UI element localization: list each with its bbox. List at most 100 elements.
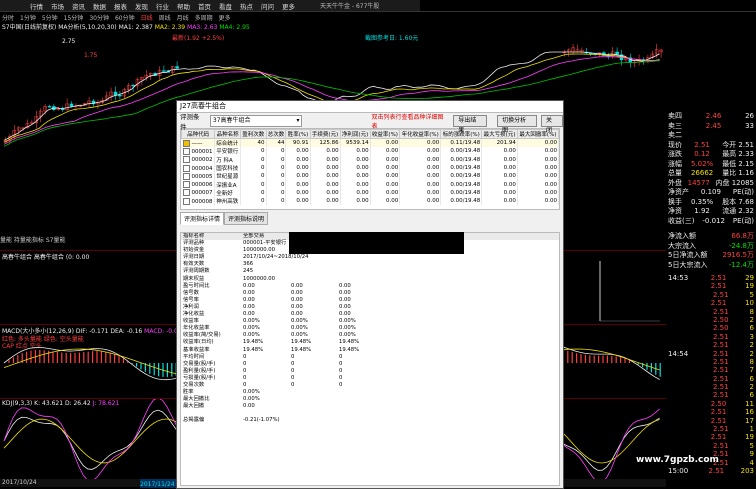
cell-text: 0.00/19.48	[450, 181, 481, 188]
macd-bar	[56, 352, 58, 363]
row-checkbox[interactable]	[182, 197, 190, 205]
export-button[interactable]: 导出结果	[453, 114, 488, 134]
period-2[interactable]: 5分钟	[42, 13, 58, 22]
row-checkbox[interactable]	[182, 189, 190, 197]
period-0[interactable]: 分时	[2, 13, 14, 22]
period-7[interactable]: 周线	[159, 13, 171, 22]
column-header[interactable]: 收益率(%)	[369, 129, 401, 139]
table-row[interactable]: 000004 国农科技 0 0 0.00 0.00 0.00 0.00 0.00 0.00/19.…	[181, 163, 559, 173]
cell-text: 9539.14	[345, 140, 369, 147]
detail-row: 总揭露偏 -0.21(-1.07%)	[181, 417, 559, 424]
row-checkbox[interactable]	[182, 156, 190, 164]
table-row[interactable]: 000005 世纪星源 0 0 0.00 0.00 0.00 0.00 0.00 0.00/19.…	[181, 172, 559, 181]
menu-item-5[interactable]: 发现	[135, 1, 148, 11]
menu-item-1[interactable]: 市场	[51, 1, 64, 11]
detail-cell	[339, 254, 387, 261]
table-row[interactable]: 000006 深振业A 0 0 0.00 0.00 0.00 0.00 0.00 0.00/19.…	[181, 180, 559, 189]
menu-item-9[interactable]: 看盘	[219, 1, 232, 11]
quote-value: 5.02%	[690, 159, 714, 168]
menu-item-7[interactable]: 帮助	[177, 1, 190, 11]
table-row[interactable]: —— 综合统计 40 44 90.91 125.86 9539.14 0.00 0.00 0.11…	[181, 138, 559, 148]
period-9[interactable]: 多周期	[195, 13, 213, 22]
table-row[interactable]: 000008 神州高铁 0 0 0.00 0.00 0.00 0.00 0.00 0.00/19.…	[181, 197, 559, 206]
tick-price: 2.51	[710, 282, 727, 291]
menu-item-3[interactable]: 数据	[93, 1, 106, 11]
macd-bar	[659, 363, 661, 377]
column-header[interactable]: 盈利次数	[239, 129, 267, 139]
menu-item-2[interactable]: 资讯	[72, 1, 85, 11]
tick-volume: 17	[745, 416, 754, 425]
flow-value: 2916.5万	[722, 251, 755, 259]
menu-item-0[interactable]: 行情	[30, 1, 43, 11]
cell-text: 0	[261, 156, 265, 163]
period-10[interactable]: 更多	[219, 13, 231, 22]
table-cell-dd: 0.00	[517, 180, 559, 189]
tick-price: 2.51	[712, 366, 729, 375]
period-6[interactable]: 日线	[141, 13, 153, 22]
column-header[interactable]: 手续费(元)	[309, 129, 341, 139]
row-checkbox[interactable]	[182, 147, 190, 155]
table-cell-profit: 9539.14	[340, 138, 371, 148]
result-table-wrap[interactable]: 品种代码 品种名称 盈利次数 总次数 胜率(%) 手续费(元) 净利润(元) 收益率(%) 年化…	[180, 128, 560, 210]
table-row[interactable]: 000002 万 科A 0 0 0.00 0.00 0.00 0.00 0.00 0.00/19.…	[181, 155, 559, 164]
period-3[interactable]: 15分钟	[64, 13, 84, 22]
period-5[interactable]: 60分钟	[115, 13, 135, 22]
column-header[interactable]: 胜率(%)	[285, 129, 311, 139]
detail-cell: 0.00%	[291, 332, 308, 339]
cell-text: 0	[261, 198, 265, 205]
tick-list[interactable]: 14:53 2.51 29 2.51 19 2.51 5 2.51 10 2.51 8 2.50 2 2.…	[666, 274, 756, 475]
cell-text: 0.00	[296, 156, 309, 163]
column-header[interactable]: 年化收益率(%)	[399, 129, 442, 139]
quote-key: 现价	[668, 140, 682, 149]
menu-item-12[interactable]: 更多	[282, 1, 295, 11]
column-header[interactable]: 最大回撤率(%)	[516, 129, 559, 139]
menu-item-8[interactable]: 首页	[198, 1, 211, 11]
cell-text: 综合统计	[216, 141, 239, 148]
row-checkbox[interactable]	[182, 172, 190, 180]
period-1[interactable]: 1分钟	[20, 13, 36, 22]
table-cell-total: 0	[266, 155, 287, 164]
close-button[interactable]: 关闭	[541, 114, 563, 134]
quote-row: 总量 26662 量比 1.16	[666, 169, 756, 179]
switch-chart-button[interactable]: 切换分析图	[497, 114, 538, 134]
column-header[interactable]: 最大亏损(元)	[481, 129, 518, 139]
tick-volume: 2	[749, 341, 754, 350]
row-checkbox[interactable]	[182, 181, 190, 189]
tick-time	[668, 366, 692, 374]
period-4[interactable]: 30分钟	[89, 13, 109, 22]
menu-item-11[interactable]: 问问	[261, 1, 274, 11]
detail-cell: 0.00	[291, 282, 303, 289]
column-header[interactable]: 净利润(元)	[339, 129, 371, 139]
detail-cell: 1000000.00	[243, 247, 276, 254]
cell-text: 0.00	[503, 165, 516, 172]
tick-price: 2.51	[712, 290, 729, 299]
menu-item-10[interactable]: 热点	[240, 1, 253, 11]
tick-volume: 6	[749, 374, 754, 383]
tick-time	[668, 324, 692, 332]
candle-body	[113, 91, 118, 96]
column-header[interactable]: 标的涨跌率(%)	[440, 129, 483, 139]
tick-price: 2.51	[710, 408, 727, 417]
row-checkbox[interactable]	[182, 139, 190, 147]
column-header[interactable]: 总次数	[265, 129, 287, 139]
period-8[interactable]: 月线	[177, 13, 189, 22]
watermark: www.7gpzb.com	[636, 455, 719, 465]
menu-item-6[interactable]: 行业	[156, 1, 169, 11]
table-row[interactable]: 000007 全新好 0 0 0.00 0.00 0.00 0.00 0.00 0.00/19.4…	[181, 188, 559, 198]
condition-select[interactable]: 37高春牛组合 ▾	[209, 114, 302, 127]
detail-cell: 0	[339, 367, 343, 374]
tab-1[interactable]: 评测指标说明	[224, 212, 269, 225]
date-start: 2017/10/24	[2, 479, 37, 486]
table-cell-code: 000005	[181, 172, 216, 181]
candle-body	[131, 84, 135, 87]
macd-bar	[593, 355, 595, 363]
cell-text: 0.00/19.48	[450, 148, 481, 155]
detail-panel[interactable]: 指标名称全部交易多头空头 评测品种000001-平安银行初始资金1000000.…	[180, 232, 560, 486]
table-row[interactable]: 000001 平安银行 0 0 0.00 0.00 0.00 0.00 0.00 0.00/19.…	[181, 147, 559, 156]
column-header[interactable]: 品种名称	[214, 129, 241, 139]
detail-cell: 0	[243, 360, 247, 367]
row-checkbox[interactable]	[182, 164, 190, 172]
tab-0[interactable]: 评测指标详情	[180, 212, 225, 225]
column-header[interactable]: 品种代码	[181, 129, 216, 139]
menu-item-4[interactable]: 报表	[114, 1, 127, 11]
